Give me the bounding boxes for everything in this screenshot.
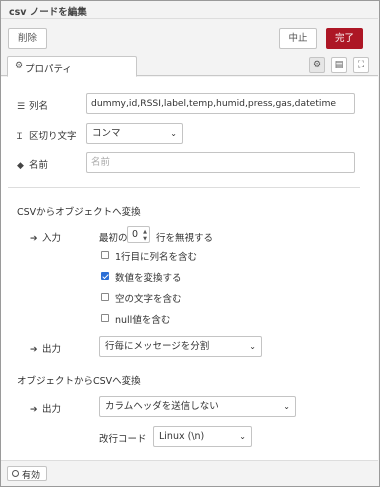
- spinner-up-icon[interactable]: ▲: [143, 229, 147, 235]
- header-mode-value: カラムヘッダを送信しない: [105, 401, 219, 412]
- newline-value: Linux (\n): [159, 431, 205, 442]
- skip-lines-value: 0: [132, 229, 139, 240]
- option-empty-strings-checkbox[interactable]: [101, 293, 109, 301]
- done-button[interactable]: 完了: [326, 28, 363, 49]
- newline-select[interactable]: Linux (\n) ⌄: [153, 426, 252, 447]
- columns-input[interactable]: dummy,id,RSSI,label,temp,humid,press,gas…: [86, 93, 355, 114]
- circle-icon: [12, 470, 19, 477]
- list-icon: ☰: [17, 102, 26, 112]
- newline-label: 改行コード: [99, 434, 147, 445]
- dialog-title: csv ノードを編集: [9, 7, 87, 18]
- settings-tab-icon[interactable]: ⚙: [309, 57, 325, 73]
- chevron-down-icon: ⌄: [249, 342, 256, 351]
- tag-icon: ◆: [17, 161, 24, 171]
- enabled-toggle[interactable]: 有効: [7, 466, 47, 481]
- separator-label: 区切り文字: [29, 131, 77, 142]
- columns-label: 列名: [29, 101, 49, 112]
- skip-prefix: 最初の: [99, 233, 128, 244]
- text-cursor-icon: Ɪ: [17, 132, 23, 142]
- separator-select[interactable]: コンマ ⌄: [86, 123, 183, 144]
- delete-button[interactable]: 削除: [8, 28, 47, 49]
- input-label: 入力: [42, 233, 62, 244]
- input-label-row: ➔ 入力: [30, 230, 61, 244]
- option-header-row-label: 1行目に列名を含む: [115, 252, 198, 263]
- separator-label-row: Ɪ 区切り文字: [17, 128, 77, 142]
- sign-out-icon: ➔: [30, 405, 38, 415]
- title-bar: csv ノードを編集: [1, 1, 378, 19]
- cancel-button[interactable]: 中止: [279, 28, 317, 49]
- name-label-row: ◆ 名前: [17, 157, 48, 171]
- option-header-row-checkbox[interactable]: [101, 251, 109, 259]
- chevron-down-icon: ⌄: [239, 432, 246, 441]
- footer: 有効: [1, 460, 378, 486]
- csv-output-label-row: ➔ 出力: [30, 401, 61, 415]
- csv-output-label: 出力: [42, 404, 62, 415]
- option-empty-strings-label: 空の文字を含む: [115, 294, 182, 305]
- name-input[interactable]: 名前: [86, 152, 355, 173]
- output-label: 出力: [42, 344, 62, 355]
- tab-bar: ⚙ プロパティ ⚙ ▤ ⛶: [1, 56, 378, 77]
- sign-in-icon: ➔: [30, 234, 38, 244]
- chevron-down-icon: ⌄: [283, 402, 290, 411]
- option-null-values-label: null値を含む: [115, 315, 171, 326]
- option-parse-numbers-label: 数値を変換する: [115, 273, 182, 284]
- option-parse-numbers-checkbox[interactable]: [101, 272, 109, 280]
- output-mode-value: 行毎にメッセージを分割: [105, 341, 210, 352]
- description-tab-icon[interactable]: ▤: [331, 57, 347, 73]
- appearance-tab-icon[interactable]: ⛶: [353, 57, 369, 73]
- chevron-down-icon: ⌄: [170, 129, 177, 138]
- enabled-label: 有効: [22, 471, 41, 481]
- object-to-csv-heading: オブジェクトからCSVへ変換: [17, 376, 141, 387]
- csv-to-object-heading: CSVからオブジェクトへ変換: [17, 207, 141, 218]
- skip-lines-spinner[interactable]: 0 ▲ ▼: [127, 226, 150, 243]
- spinner-down-icon[interactable]: ▼: [143, 236, 147, 242]
- output-mode-select[interactable]: 行毎にメッセージを分割 ⌄: [99, 336, 262, 357]
- skip-suffix: 行を無視する: [156, 233, 214, 244]
- tab-properties-label: プロパティ: [25, 64, 72, 75]
- divider: [8, 187, 360, 188]
- columns-label-row: ☰ 列名: [17, 98, 48, 112]
- gear-icon: ⚙: [15, 61, 24, 71]
- option-null-values-checkbox[interactable]: [101, 314, 109, 322]
- header-mode-select[interactable]: カラムヘッダを送信しない ⌄: [99, 396, 296, 417]
- name-label: 名前: [29, 160, 49, 171]
- output-label-row: ➔ 出力: [30, 341, 61, 355]
- tab-properties[interactable]: ⚙ プロパティ: [7, 56, 137, 77]
- separator-value: コンマ: [92, 128, 121, 139]
- sign-out-icon: ➔: [30, 345, 38, 355]
